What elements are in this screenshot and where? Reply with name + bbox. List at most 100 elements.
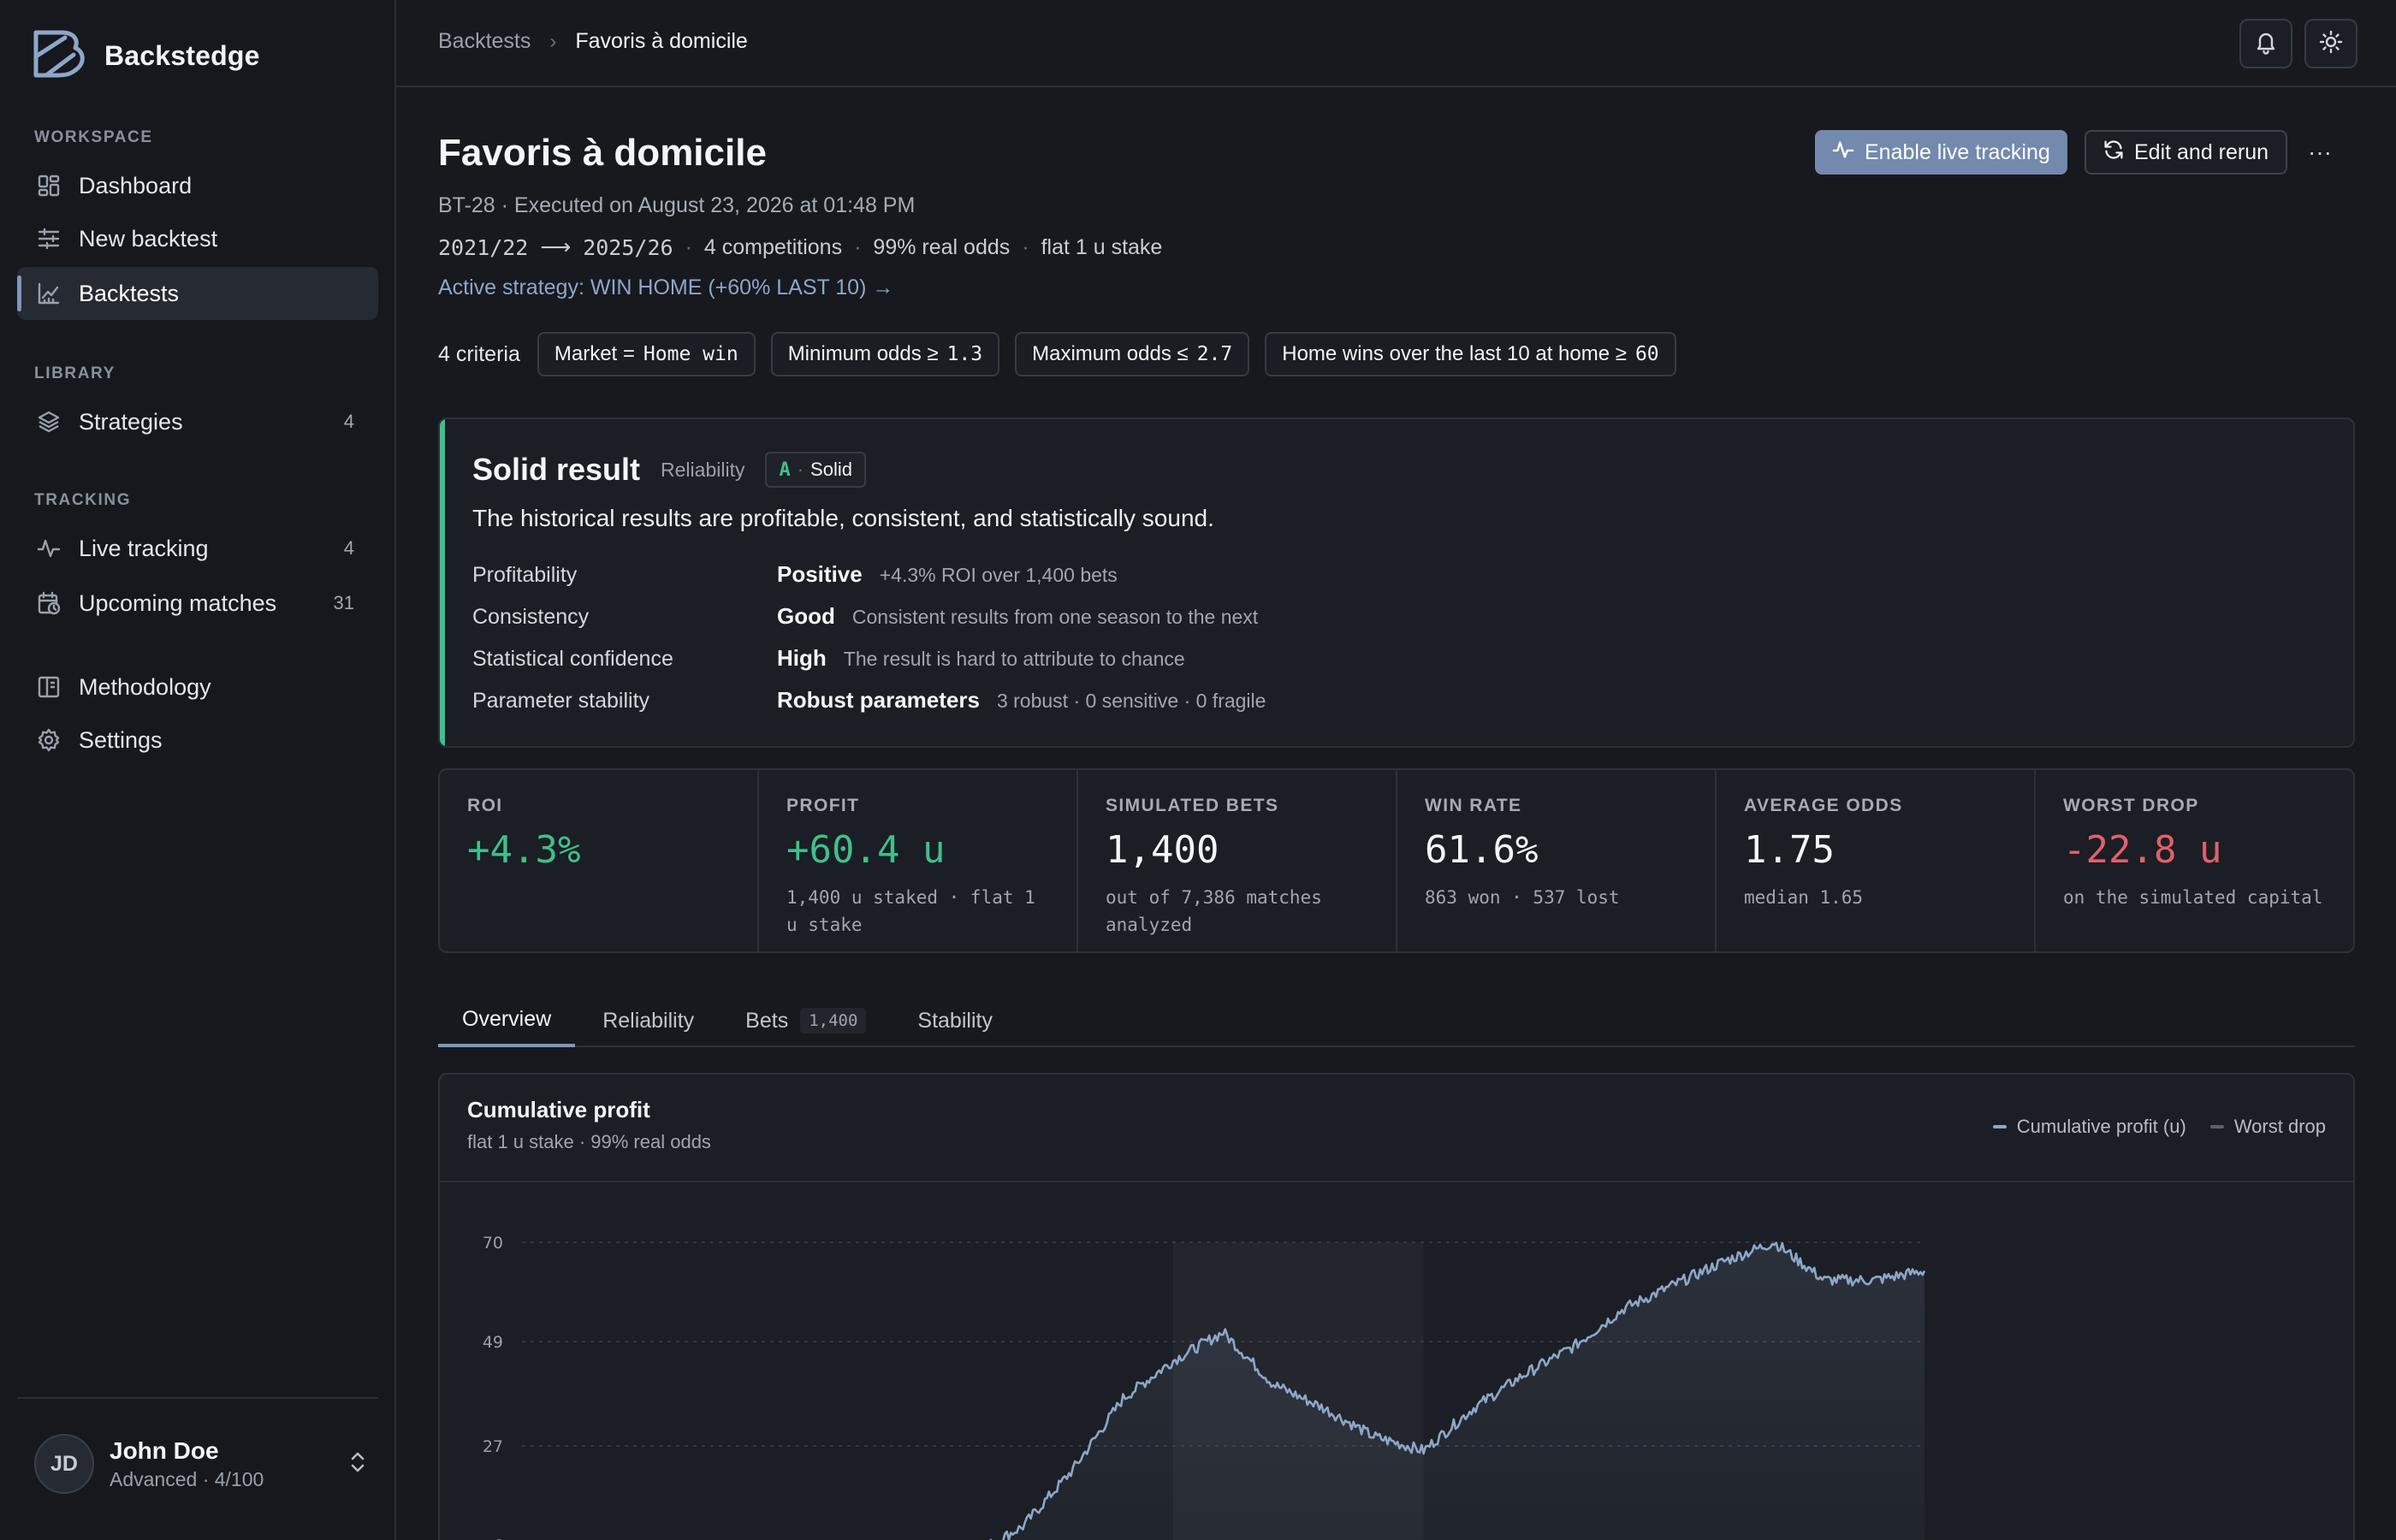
- stat-label: ROI: [467, 796, 503, 815]
- stat-label: PROFIT: [786, 796, 860, 815]
- criteria-chip-label: Home wins over the last 10 at home ≥: [1282, 342, 1627, 365]
- criteria-chip[interactable]: Minimum odds ≥ 1.3: [770, 332, 1000, 376]
- sidebar-item-label: Upcoming matches: [79, 589, 277, 616]
- sidebar-item-backtests[interactable]: Backtests: [17, 267, 378, 320]
- result-row-profitability: Profitability Positive +4.3% ROI over 1,…: [472, 561, 1118, 588]
- result-title: Solid result: [472, 452, 641, 487]
- cumulative-profit-chart[interactable]: 70 49 27 6: [440, 1184, 2353, 1540]
- sidebar-item-label: Methodology: [79, 673, 211, 700]
- criteria-chip-value: 2.7: [1196, 343, 1233, 365]
- sidebar-item-settings[interactable]: Settings: [17, 714, 378, 767]
- result-row-verdict: Robust parameters: [777, 687, 980, 713]
- result-row-label: Parameter stability: [472, 689, 650, 713]
- grade-badge: A · Solid: [765, 452, 866, 488]
- result-row-verdict: Good: [777, 603, 835, 629]
- chevron-up-down-icon[interactable]: [347, 1448, 368, 1480]
- sidebar-item-label: Settings: [79, 726, 163, 753]
- result-row-verdict: Positive: [777, 561, 863, 587]
- backtest-meta: BT-28 · Executed on August 23, 2026 at 0…: [438, 193, 916, 217]
- criteria-chip[interactable]: Home wins over the last 10 at home ≥ 60: [1265, 332, 1676, 376]
- notifications-button[interactable]: [2239, 19, 2292, 68]
- result-row-label: Statistical confidence: [472, 647, 673, 671]
- breadcrumb-separator: ›: [549, 29, 557, 53]
- activity-icon: [1832, 139, 1854, 167]
- topbar: Backtests › Favoris à domicile: [396, 0, 2396, 87]
- stats-row: ROI +4.3% PROFIT +60.4 u 1,400 u staked …: [438, 768, 2355, 953]
- gear-icon: [34, 726, 63, 755]
- brand[interactable]: Backstedge: [31, 29, 260, 83]
- edit-and-rerun-label: Edit and rerun: [2134, 139, 2269, 164]
- enable-live-tracking-button[interactable]: Enable live tracking: [1815, 130, 2067, 175]
- section-tracking: TRACKING: [34, 491, 132, 509]
- tab-bets-label: Bets: [745, 1008, 789, 1033]
- tab-reliability[interactable]: Reliability: [578, 994, 718, 1047]
- sidebar-item-label: Strategies: [79, 408, 183, 435]
- sidebar-item-strategies[interactable]: Strategies 4: [17, 395, 378, 448]
- breadcrumb-current: Favoris à domicile: [575, 29, 748, 53]
- grade-separator: ·: [797, 459, 804, 480]
- layers-icon: [34, 407, 63, 436]
- stat-value: 1,400: [1106, 828, 1219, 872]
- result-row-stability: Parameter stability Robust parameters 3 …: [472, 687, 1266, 714]
- sidebar-item-label: Live tracking: [79, 535, 209, 561]
- result-row-consistency: Consistency Good Consistent results from…: [472, 603, 1258, 630]
- stat-label: SIMULATED BETS: [1106, 796, 1279, 815]
- chart-subtitle: flat 1 u stake · 99% real odds: [467, 1131, 711, 1152]
- page-title: Favoris à domicile: [438, 132, 767, 174]
- stat-value: 61.6%: [1425, 828, 1539, 872]
- more-options-button[interactable]: ···: [2302, 135, 2338, 169]
- criteria-chip-label: Minimum odds ≥: [787, 342, 939, 365]
- section-workspace: WORKSPACE: [34, 128, 153, 146]
- sidebar-divider: [17, 1397, 378, 1399]
- active-strategy-link[interactable]: Active strategy: WIN HOME (+60% LAST 10)…: [438, 275, 893, 300]
- chart-title: Cumulative profit: [467, 1097, 650, 1122]
- stat-profit: PROFIT +60.4 u 1,400 u staked · flat 1 u…: [759, 770, 1078, 951]
- chart-legend: Cumulative profit (u) Worst drop: [1992, 1116, 2326, 1138]
- edit-and-rerun-button[interactable]: Edit and rerun: [2085, 130, 2288, 175]
- legend-item-worst-drop[interactable]: Worst drop: [2209, 1116, 2326, 1138]
- sidebar-item-live-tracking[interactable]: Live tracking 4: [17, 522, 378, 575]
- result-row-detail: +4.3% ROI over 1,400 bets: [879, 564, 1118, 586]
- tab-overview[interactable]: Overview: [438, 994, 576, 1047]
- calendar-clock-icon: [34, 589, 63, 618]
- criteria-chip-label: Market =: [554, 342, 635, 365]
- criteria-chip-value: Home win: [643, 343, 738, 365]
- result-row-detail: The result is hard to attribute to chanc…: [843, 648, 1185, 670]
- user-menu[interactable]: JD John Doe Advanced · 4/100: [34, 1434, 368, 1494]
- user-plan: Advanced · 4/100: [110, 1467, 264, 1490]
- stat-value: -22.8 u: [2063, 828, 2222, 872]
- stake: flat 1 u stake: [1041, 234, 1163, 259]
- cumulative-profit-card: Cumulative profit flat 1 u stake · 99% r…: [438, 1073, 2355, 1540]
- bell-icon: [2253, 29, 2279, 59]
- sidebar-item-dashboard[interactable]: Dashboard: [17, 159, 378, 212]
- user-name: John Doe: [110, 1436, 219, 1464]
- enable-live-tracking-label: Enable live tracking: [1865, 139, 2050, 164]
- avatar: JD: [34, 1434, 94, 1494]
- stat-sub: 863 won · 537 lost: [1425, 887, 1620, 908]
- criteria-chip[interactable]: Market = Home win: [537, 332, 756, 376]
- legend-item-profit[interactable]: Cumulative profit (u): [1992, 1116, 2186, 1138]
- upcoming-count: 31: [333, 592, 354, 613]
- legend-swatch: [2209, 1125, 2224, 1128]
- tab-bets[interactable]: Bets 1,400: [721, 994, 890, 1047]
- stat-sub: out of 7,386 matches analyzed: [1106, 887, 1322, 935]
- sidebar-item-methodology[interactable]: Methodology: [17, 660, 378, 714]
- live-tracking-count: 4: [343, 537, 354, 559]
- backtest-scope: 2021/22 ⟶ 2025/26 · 4 competitions · 99%…: [438, 234, 1163, 260]
- refresh-icon: [2103, 139, 2124, 166]
- tab-stability[interactable]: Stability: [893, 994, 1017, 1047]
- criteria-chip[interactable]: Maximum odds ≤ 2.7: [1015, 332, 1250, 376]
- sidebar-item-upcoming-matches[interactable]: Upcoming matches 31: [17, 577, 378, 630]
- chart-icon: [34, 279, 63, 308]
- reliability-label: Reliability: [661, 458, 745, 481]
- real-odds: 99% real odds: [873, 234, 1011, 259]
- sidebar-item-new-backtest[interactable]: New backtest: [17, 212, 378, 265]
- period-arrow: ⟶: [540, 235, 572, 259]
- stat-sub: median 1.65: [1744, 887, 1864, 908]
- stat-label: WIN RATE: [1425, 796, 1522, 815]
- tabs: Overview Reliability Bets 1,400 Stabilit…: [438, 994, 2355, 1047]
- app-name: Backstedge: [104, 40, 260, 71]
- grade-text: Solid: [810, 459, 852, 480]
- breadcrumb-backtests[interactable]: Backtests: [438, 29, 531, 54]
- theme-toggle-button[interactable]: [2304, 19, 2357, 68]
